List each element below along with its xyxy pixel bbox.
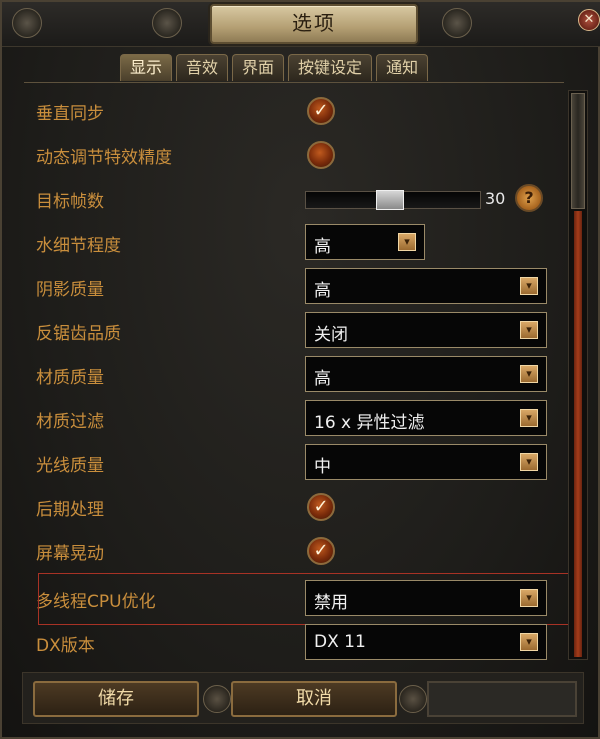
- select-value: 中: [314, 457, 331, 477]
- bottom-button-bar: 储存 取消: [22, 672, 584, 724]
- setting-label: 材质过滤: [36, 412, 104, 432]
- setting-label: 材质质量: [36, 368, 104, 388]
- tab-notifications[interactable]: 通知: [376, 54, 429, 81]
- texture-filter-select[interactable]: 16 x 异性过滤 ▾: [305, 400, 547, 436]
- setting-row-dx-version: DX版本 DX 11 ▾: [24, 623, 564, 663]
- check-icon: ✓: [313, 496, 329, 517]
- ornament-icon: [399, 685, 427, 713]
- help-icon[interactable]: ?: [515, 184, 543, 212]
- select-value: 16 x 异性过滤: [314, 413, 425, 433]
- dynamic-effects-checkbox[interactable]: ✓: [307, 141, 335, 169]
- ornament-center-left-icon: [152, 8, 182, 38]
- select-value: 高: [314, 237, 331, 257]
- setting-label: 屏幕晃动: [36, 544, 104, 564]
- close-button[interactable]: ✕: [578, 9, 600, 31]
- select-value: 关闭: [314, 325, 348, 345]
- window-header: 选项 ✕: [2, 2, 600, 47]
- lighting-quality-select[interactable]: 中 ▾: [305, 444, 547, 480]
- dropdown-arrow-icon: ▾: [398, 233, 416, 251]
- setting-row-post-processing: 后期处理 ✓: [24, 487, 564, 527]
- setting-label: 光线质量: [36, 456, 104, 476]
- empty-button-slot: [427, 681, 577, 717]
- tab-interface[interactable]: 界面: [232, 54, 285, 81]
- multithread-cpu-select[interactable]: 禁用 ▾: [305, 580, 547, 616]
- tab-keybindings[interactable]: 按键设定: [288, 54, 373, 81]
- dropdown-arrow-icon: ▾: [520, 409, 538, 427]
- dropdown-arrow-icon: ▾: [520, 365, 538, 383]
- post-processing-checkbox[interactable]: ✓: [307, 493, 335, 521]
- setting-row-screen-shake: 屏幕晃动 ✓: [24, 531, 564, 571]
- tab-audio[interactable]: 音效: [176, 54, 229, 81]
- setting-label: 动态调节特效精度: [36, 148, 172, 168]
- setting-row-texture-quality: 材质质量 高 ▾: [24, 355, 564, 395]
- save-button[interactable]: 储存: [33, 681, 199, 717]
- tab-bar: 显示 音效 界面 按键设定 通知: [120, 54, 429, 82]
- dropdown-arrow-icon: ▾: [520, 321, 538, 339]
- texture-quality-select[interactable]: 高 ▾: [305, 356, 547, 392]
- setting-row-dynamic-effects: 动态调节特效精度 ✓: [24, 135, 564, 175]
- vsync-checkbox[interactable]: ✓: [307, 97, 335, 125]
- select-value: 高: [314, 281, 331, 301]
- screen-shake-checkbox[interactable]: ✓: [307, 537, 335, 565]
- slider-thumb[interactable]: [376, 190, 404, 210]
- dropdown-arrow-icon: ▾: [520, 453, 538, 471]
- select-value: 禁用: [314, 593, 348, 613]
- setting-label: 后期处理: [36, 500, 104, 520]
- cancel-button[interactable]: 取消: [231, 681, 397, 717]
- options-window: 选项 ✕ 显示 音效 界面 按键设定 通知 垂直同步 ✓ 动态调节特效精度 ✓ …: [0, 0, 600, 739]
- setting-row-target-fps: 目标帧数: [24, 179, 564, 219]
- scrollbar-track-fill: [574, 211, 582, 657]
- dropdown-arrow-icon: ▾: [520, 633, 538, 651]
- settings-scrollbar[interactable]: [568, 90, 588, 660]
- select-value: DX 11: [314, 632, 366, 652]
- setting-row-water-detail: 水细节程度 高 ▾: [24, 223, 564, 263]
- window-title: 选项: [210, 4, 418, 44]
- setting-row-texture-filter: 材质过滤 16 x 异性过滤 ▾: [24, 399, 564, 439]
- setting-label: 阴影质量: [36, 280, 104, 300]
- target-fps-value: 30: [485, 189, 506, 208]
- setting-row-lighting-quality: 光线质量 中 ▾: [24, 443, 564, 483]
- ornament-icon: [203, 685, 231, 713]
- setting-label: 目标帧数: [36, 192, 104, 212]
- tab-display[interactable]: 显示: [120, 54, 173, 81]
- scrollbar-thumb[interactable]: [571, 93, 585, 209]
- setting-label: 反锯齿品质: [36, 324, 121, 344]
- setting-label: DX版本: [36, 636, 95, 656]
- setting-label: 垂直同步: [36, 104, 104, 124]
- check-icon: ✓: [313, 100, 329, 121]
- setting-label: 多线程CPU优化: [36, 592, 156, 612]
- dropdown-arrow-icon: ▾: [520, 277, 538, 295]
- setting-row-multithread-cpu: 多线程CPU优化 禁用 ▾: [24, 579, 564, 619]
- check-icon: ✓: [313, 144, 328, 165]
- dx-version-select[interactable]: DX 11 ▾: [305, 624, 547, 660]
- dropdown-arrow-icon: ▾: [520, 589, 538, 607]
- setting-row-shadow-quality: 阴影质量 高 ▾: [24, 267, 564, 307]
- shadow-quality-select[interactable]: 高 ▾: [305, 268, 547, 304]
- ornament-center-right-icon: [442, 8, 472, 38]
- water-detail-select[interactable]: 高 ▾: [305, 224, 425, 260]
- select-value: 高: [314, 369, 331, 389]
- setting-row-antialiasing: 反锯齿品质 关闭 ▾: [24, 311, 564, 351]
- setting-row-vsync: 垂直同步 ✓: [24, 91, 564, 131]
- settings-panel: 垂直同步 ✓ 动态调节特效精度 ✓ 目标帧数 30 ? 水细节程度 高 ▾ 阴影…: [24, 82, 570, 663]
- antialiasing-select[interactable]: 关闭 ▾: [305, 312, 547, 348]
- setting-label: 水细节程度: [36, 236, 121, 256]
- target-fps-slider[interactable]: [305, 190, 481, 210]
- check-icon: ✓: [313, 540, 329, 561]
- ornament-left-icon: [12, 8, 42, 38]
